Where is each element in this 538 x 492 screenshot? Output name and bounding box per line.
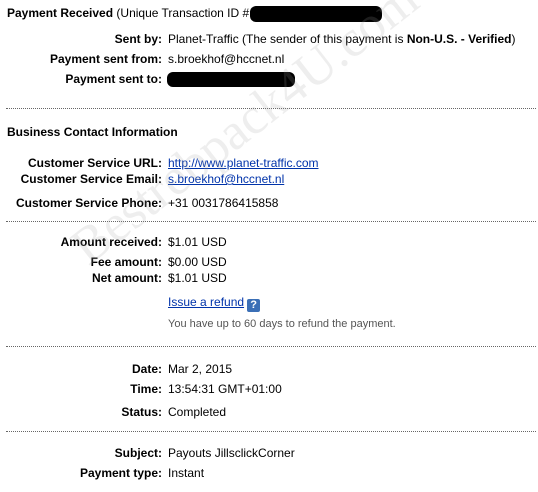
issue-refund-link[interactable]: Issue a refund — [168, 295, 244, 309]
divider — [6, 431, 536, 432]
sent-by-label: Sent by: — [114, 32, 162, 46]
refund-note: You have up to 60 days to refund the pay… — [168, 318, 396, 330]
sent-from-value: s.broekhof@hccnet.nl — [168, 52, 285, 66]
payment-type-label: Payment type: — [79, 466, 162, 480]
fee-amount-value: $0.00 USD — [168, 255, 227, 269]
sent-by-name: Planet-Traffic — [168, 32, 239, 46]
status-value: Completed — [168, 405, 227, 419]
title-rest: (Unique Transaction ID # — [116, 6, 250, 20]
url-label: Customer Service URL: — [27, 156, 162, 170]
email-label: Customer Service Email: — [20, 172, 162, 186]
phone-value: +31 0031786415858 — [168, 196, 279, 210]
amount-received-value: $1.01 USD — [168, 235, 227, 249]
date-value: Mar 2, 2015 — [168, 362, 233, 376]
date-label: Date: — [131, 362, 162, 376]
sent-to-label: Payment sent to: — [65, 72, 162, 86]
subject-label: Subject: — [114, 446, 162, 460]
page-title: Payment Received (Unique Transaction ID … — [7, 6, 249, 20]
sent-by-note-bold: Non-U.S. - Verified — [406, 32, 512, 46]
divider — [6, 221, 536, 222]
status-label: Status: — [121, 405, 162, 419]
net-amount-value: $1.01 USD — [168, 271, 227, 285]
amount-received-label: Amount received: — [60, 235, 162, 249]
redacted-transaction-id — [250, 6, 382, 22]
sent-by-value: Planet-Traffic (The sender of this payme… — [168, 32, 516, 46]
subject-value: Payouts JillsclickCorner — [168, 446, 295, 460]
redacted-recipient — [167, 72, 295, 87]
refund-row: Issue a refund? — [168, 295, 261, 312]
divider — [6, 346, 536, 347]
divider — [6, 108, 536, 109]
sent-from-label: Payment sent from: — [49, 52, 162, 66]
time-label: Time: — [130, 382, 162, 396]
title-bold: Payment Received — [7, 6, 114, 20]
phone-label: Customer Service Phone: — [15, 196, 162, 210]
payment-type-value: Instant — [168, 466, 205, 480]
sent-by-note-post: ) — [511, 32, 516, 46]
help-icon[interactable]: ? — [247, 299, 261, 312]
sent-by-note-pre: (The sender of this payment is — [242, 32, 404, 46]
customer-service-email-link[interactable]: s.broekhof@hccnet.nl — [168, 172, 284, 186]
time-value: 13:54:31 GMT+01:00 — [168, 382, 282, 396]
net-amount-label: Net amount: — [92, 271, 162, 285]
customer-service-url-link[interactable]: http://www.planet-traffic.com — [168, 156, 319, 170]
fee-amount-label: Fee amount: — [90, 255, 162, 269]
business-heading: Business Contact Information — [7, 125, 178, 139]
